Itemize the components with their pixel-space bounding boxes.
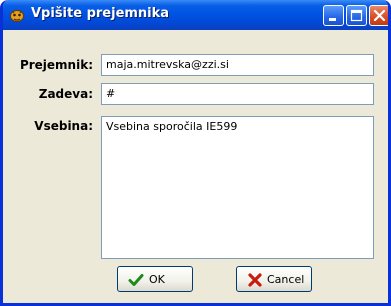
recipient-label: Prejemnik:: [19, 58, 93, 72]
subject-input[interactable]: #: [101, 83, 374, 105]
minimize-icon: [329, 18, 336, 21]
body-label: Vsebina:: [34, 119, 93, 133]
cancel-button-label: Cancel: [267, 273, 305, 286]
title-bar[interactable]: Vpišite prejemnika: [3, 0, 388, 30]
body-textarea[interactable]: Vsebina sporočila IE599: [101, 116, 374, 259]
ok-button[interactable]: OK: [117, 266, 193, 292]
subject-label: Zadeva:: [38, 87, 93, 101]
checkmark-icon: [128, 274, 144, 286]
app-logo-icon: [10, 10, 24, 22]
x-mark-icon: [248, 273, 262, 287]
cancel-button[interactable]: Cancel: [236, 266, 312, 292]
recipient-input[interactable]: maja.mitrevska@zzi.si: [101, 54, 374, 76]
dialog-window: Vpišite prejemnika Prejemnik: maja.mitre…: [0, 0, 391, 306]
maximize-icon: [350, 9, 363, 22]
ok-button-label: OK: [149, 273, 165, 286]
close-icon: [373, 9, 386, 22]
window-title: Vpišite prejemnika: [31, 6, 170, 21]
close-button[interactable]: [369, 5, 388, 26]
maximize-button[interactable]: [346, 5, 367, 26]
minimize-button[interactable]: [323, 5, 344, 26]
